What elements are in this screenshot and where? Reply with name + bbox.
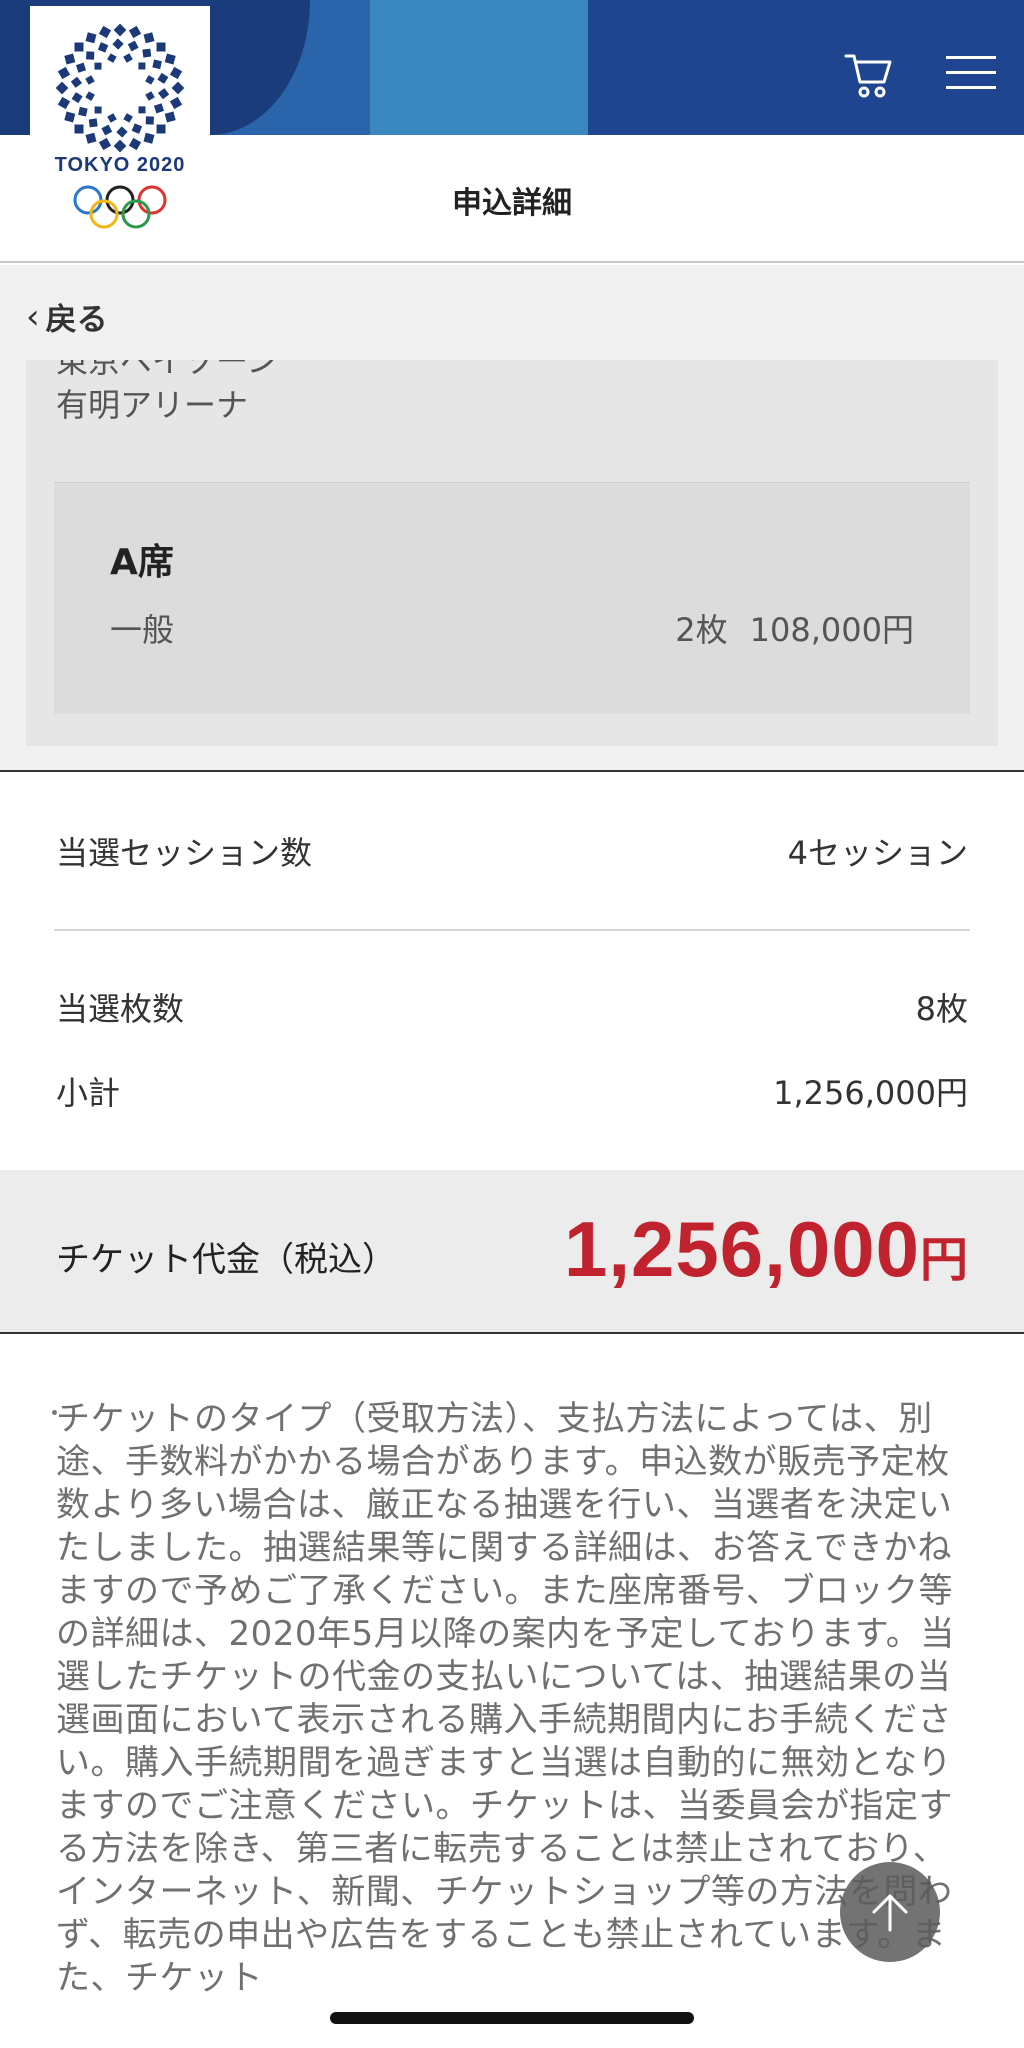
home-indicator[interactable] [330, 2012, 694, 2024]
seat-name: A席 [110, 542, 174, 583]
back-button[interactable]: ‹ 戻る [26, 294, 108, 339]
venue-area: 東京ベイゾーン [56, 360, 279, 380]
tickets-row: 当選枚数 8枚 [56, 984, 968, 1030]
hamburger-menu-icon[interactable] [946, 56, 996, 92]
subtotal-value: 1,256,000円 [773, 1074, 968, 1112]
total-label: チケット代金（税込） [56, 1240, 396, 1280]
venue-name: 有明アリーナ [56, 386, 249, 424]
page-title: 申込詳細 [452, 186, 572, 221]
seat-count: 2枚 [675, 611, 728, 649]
tickets-value: 8枚 [915, 990, 968, 1028]
tickets-label: 当選枚数 [56, 990, 185, 1028]
notes-text: チケットのタイプ（受取方法）、支払方法によっては、別途、手数料がかかる場合があり… [56, 1399, 955, 1998]
total-amount-number: 1,256,000 [563, 1205, 920, 1293]
total-bar: チケット代金（税込） 1,256,000円 [0, 1170, 1024, 1334]
cart-icon[interactable] [842, 48, 894, 100]
logo-text: TOKYO 2020 [54, 154, 186, 176]
divider [54, 929, 970, 931]
chevron-left-icon: ‹ [26, 296, 40, 337]
seat-count-price: 2枚 108,000円 [653, 605, 914, 651]
arrow-up-icon [872, 1894, 908, 1932]
seat-type: 一般 [110, 611, 175, 649]
seat-detail: A席 一般 2枚 108,000円 [54, 482, 970, 714]
session-card: 東京ベイゾーン 有明アリーナ A席 一般 2枚 108,000円 [26, 360, 998, 746]
sessions-value: 4セッション [787, 834, 968, 872]
subtotal-row: 小計 1,256,000円 [56, 1068, 968, 1114]
scroll-to-top-button[interactable] [840, 1862, 940, 1962]
back-label: 戻る [45, 302, 108, 338]
sessions-label: 当選セッション数 [56, 834, 313, 872]
sessions-row: 当選セッション数 4セッション [56, 828, 968, 874]
tokyo2020-emblem-icon [55, 23, 185, 153]
total-amount-unit: 円 [919, 1234, 968, 1287]
total-amount: 1,256,000円 [564, 1204, 968, 1295]
seat-price: 108,000円 [749, 611, 914, 649]
banner-stripe [370, 0, 588, 135]
subtotal-label: 小計 [56, 1074, 121, 1112]
